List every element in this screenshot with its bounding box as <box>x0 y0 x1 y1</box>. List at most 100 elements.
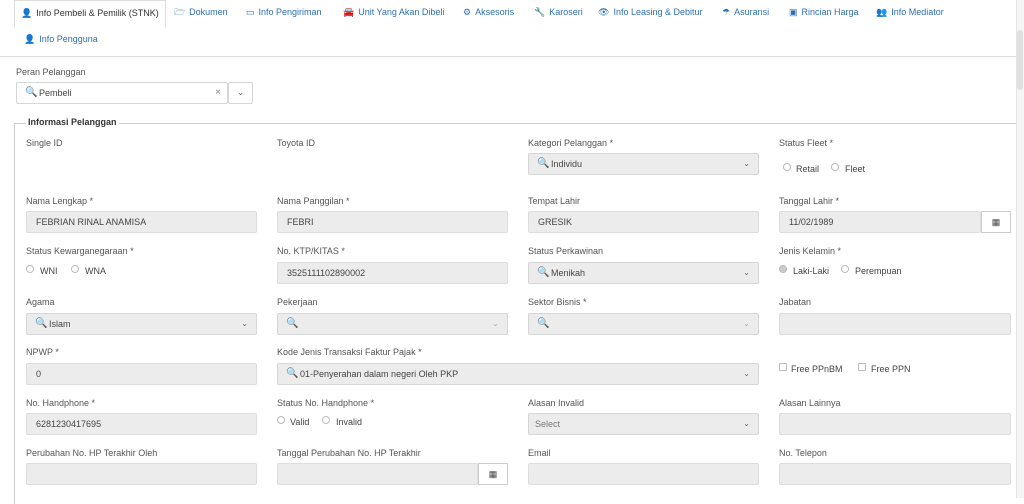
laki-laki-label: Laki-Laki <box>793 266 830 276</box>
money-icon: ▣ <box>789 7 798 17</box>
agama-label: Agama <box>26 297 55 307</box>
tab-info-pengguna[interactable]: 👤 Info Pengguna <box>24 27 98 53</box>
umbrella-icon: ☂ <box>722 7 731 17</box>
tab-asuransi[interactable]: ☂ Asuransi <box>722 0 769 26</box>
kewarganegaraan-label: Status Kewarganegaraan * <box>26 246 134 256</box>
perubahan-hp-oleh-field[interactable] <box>26 463 257 485</box>
pekerjaan-label: Pekerjaan <box>277 297 318 307</box>
calendar-icon: ▦ <box>488 469 498 479</box>
tanggal-lahir-field[interactable]: 11/02/1989 <box>779 211 981 233</box>
status-hp-label: Status No. Handphone * <box>277 398 375 408</box>
tab-label: Karoseri <box>549 7 583 17</box>
tab-info-pembeli[interactable]: 👤 Info Pembeli & Pemilik (STNK) <box>14 0 166 28</box>
no-hp-label: No. Handphone * <box>26 398 96 408</box>
perkawinan-value: Menikah <box>551 268 586 278</box>
kategori-select[interactable]: 🔍 Individu ⌄ <box>528 153 759 175</box>
kode-faktur-select[interactable]: 🔍 01-Penyerahan dalam negeri Oleh PKP ⌄ <box>277 363 759 385</box>
kode-faktur-value: 01-Penyerahan dalam negeri Oleh PKP <box>300 369 459 379</box>
alasan-lainnya-field[interactable] <box>779 413 1011 435</box>
search-icon: 🔍 <box>537 267 550 278</box>
email-label: Email <box>528 448 551 458</box>
single-id-label: Single ID <box>26 138 63 148</box>
peran-dropdown-toggle[interactable]: ⌄ <box>228 82 253 104</box>
folder-icon: 🗁 <box>174 7 186 17</box>
eye-icon: 👁 <box>598 7 610 17</box>
free-ppn-checkbox[interactable] <box>858 363 866 371</box>
alasan-invalid-placeholder: Select <box>535 419 561 429</box>
tab-unit[interactable]: 🚘 Unit Yang Akan Dibeli <box>343 0 444 26</box>
chevron-down-icon: ⌄ <box>237 88 244 97</box>
sektor-bisnis-select[interactable]: 🔍 ⌄ <box>528 313 759 335</box>
perubahan-hp-oleh-label: Perubahan No. HP Terakhir Oleh <box>26 448 158 458</box>
wna-radio[interactable] <box>71 265 79 273</box>
perempuan-radio[interactable] <box>841 265 849 273</box>
sektor-bisnis-label: Sektor Bisnis * <box>528 297 587 307</box>
agama-select[interactable]: 🔍 Islam ⌄ <box>26 313 257 335</box>
laki-laki-radio[interactable] <box>779 265 787 273</box>
search-icon: 🔍 <box>25 87 38 98</box>
jabatan-field[interactable] <box>779 313 1011 335</box>
scrollbar-thumb[interactable] <box>1017 30 1023 90</box>
tab-info-mediator[interactable]: 👥 Info Mediator <box>876 0 944 26</box>
nama-panggilan-field[interactable]: FEBRI <box>277 211 508 233</box>
free-ppnbm-label: Free PPnBM <box>791 364 843 374</box>
calendar-button[interactable]: ▦ <box>478 463 508 485</box>
search-icon: 🔍 <box>286 368 299 379</box>
tab-dokumen[interactable]: 🗁 Dokumen <box>174 0 228 26</box>
free-ppn-label: Free PPN <box>871 364 911 374</box>
tab-label: Asuransi <box>734 7 770 17</box>
wni-label: WNI <box>40 266 58 276</box>
valid-radio[interactable] <box>277 416 285 424</box>
tanggal-lahir-label: Tanggal Lahir * <box>779 196 840 206</box>
perkawinan-select[interactable]: 🔍 Menikah ⌄ <box>528 262 759 284</box>
chevron-down-icon: ⌄ <box>743 319 750 328</box>
tab-aksesoris[interactable]: ⚙ Aksesoris <box>463 0 514 26</box>
search-icon: 🔍 <box>537 318 550 329</box>
peran-select[interactable]: 🔍 Pembeli × <box>16 82 228 104</box>
no-telepon-field[interactable] <box>779 463 1011 485</box>
tab-label: Unit Yang Akan Dibeli <box>358 7 445 17</box>
clear-icon[interactable]: × <box>215 83 221 103</box>
wrench-icon: 🔧 <box>534 7 546 17</box>
chevron-down-icon: ⌄ <box>743 268 750 277</box>
jenis-kelamin-label: Jenis Kelamin * <box>779 246 842 256</box>
nama-lengkap-label: Nama Lengkap * <box>26 196 94 206</box>
jabatan-label: Jabatan <box>779 297 812 307</box>
fleet-radio[interactable] <box>831 163 839 171</box>
pekerjaan-select[interactable]: 🔍 ⌄ <box>277 313 508 335</box>
tab-rincian-harga[interactable]: ▣ Rincian Harga <box>789 0 859 26</box>
no-hp-field[interactable]: 6281230417695 <box>26 413 257 435</box>
wni-radio[interactable] <box>26 265 34 273</box>
wna-label: WNA <box>85 266 106 276</box>
tab-info-leasing[interactable]: 👁 Info Leasing & Debitur <box>598 0 703 26</box>
tab-karoseri[interactable]: 🔧 Karoseri <box>534 0 583 26</box>
users-icon: 👥 <box>876 7 888 17</box>
invalid-radio[interactable] <box>322 416 330 424</box>
tab-label: Info Mediator <box>891 7 944 17</box>
nama-lengkap-field[interactable]: FEBRIAN RINAL ANAMISA <box>26 211 257 233</box>
valid-label: Valid <box>290 417 310 427</box>
tempat-lahir-field[interactable]: GRESIK <box>528 211 759 233</box>
free-ppnbm-checkbox[interactable] <box>779 363 787 371</box>
tanggal-perubahan-hp-field[interactable] <box>277 463 478 485</box>
tab-label: Dokumen <box>189 7 228 17</box>
email-field[interactable] <box>528 463 759 485</box>
peran-value: Pembeli <box>39 88 72 98</box>
section-title: Informasi Pelanggan <box>26 117 119 127</box>
ktp-field[interactable]: 3525111102890002 <box>277 262 508 284</box>
chevron-down-icon: ⌄ <box>492 319 499 328</box>
alasan-invalid-select[interactable]: Select ⌄ <box>528 413 759 435</box>
calendar-button[interactable]: ▦ <box>981 211 1011 233</box>
search-icon: 🔍 <box>35 318 48 329</box>
kode-faktur-label: Kode Jenis Transaksi Faktur Pajak * <box>277 347 422 357</box>
retail-radio[interactable] <box>783 163 791 171</box>
npwp-field[interactable]: 0 <box>26 363 257 385</box>
user-icon: 👤 <box>21 8 33 18</box>
chevron-down-icon: ⌄ <box>241 319 248 328</box>
npwp-label: NPWP * <box>26 347 59 357</box>
tab-label: Info Pembeli & Pemilik (STNK) <box>36 8 159 18</box>
tab-label: Info Pengiriman <box>258 7 322 17</box>
fleet-label: Fleet <box>845 164 866 174</box>
map-icon: ▭ <box>246 7 255 17</box>
tab-info-pengiriman[interactable]: ▭ Info Pengiriman <box>246 0 322 26</box>
